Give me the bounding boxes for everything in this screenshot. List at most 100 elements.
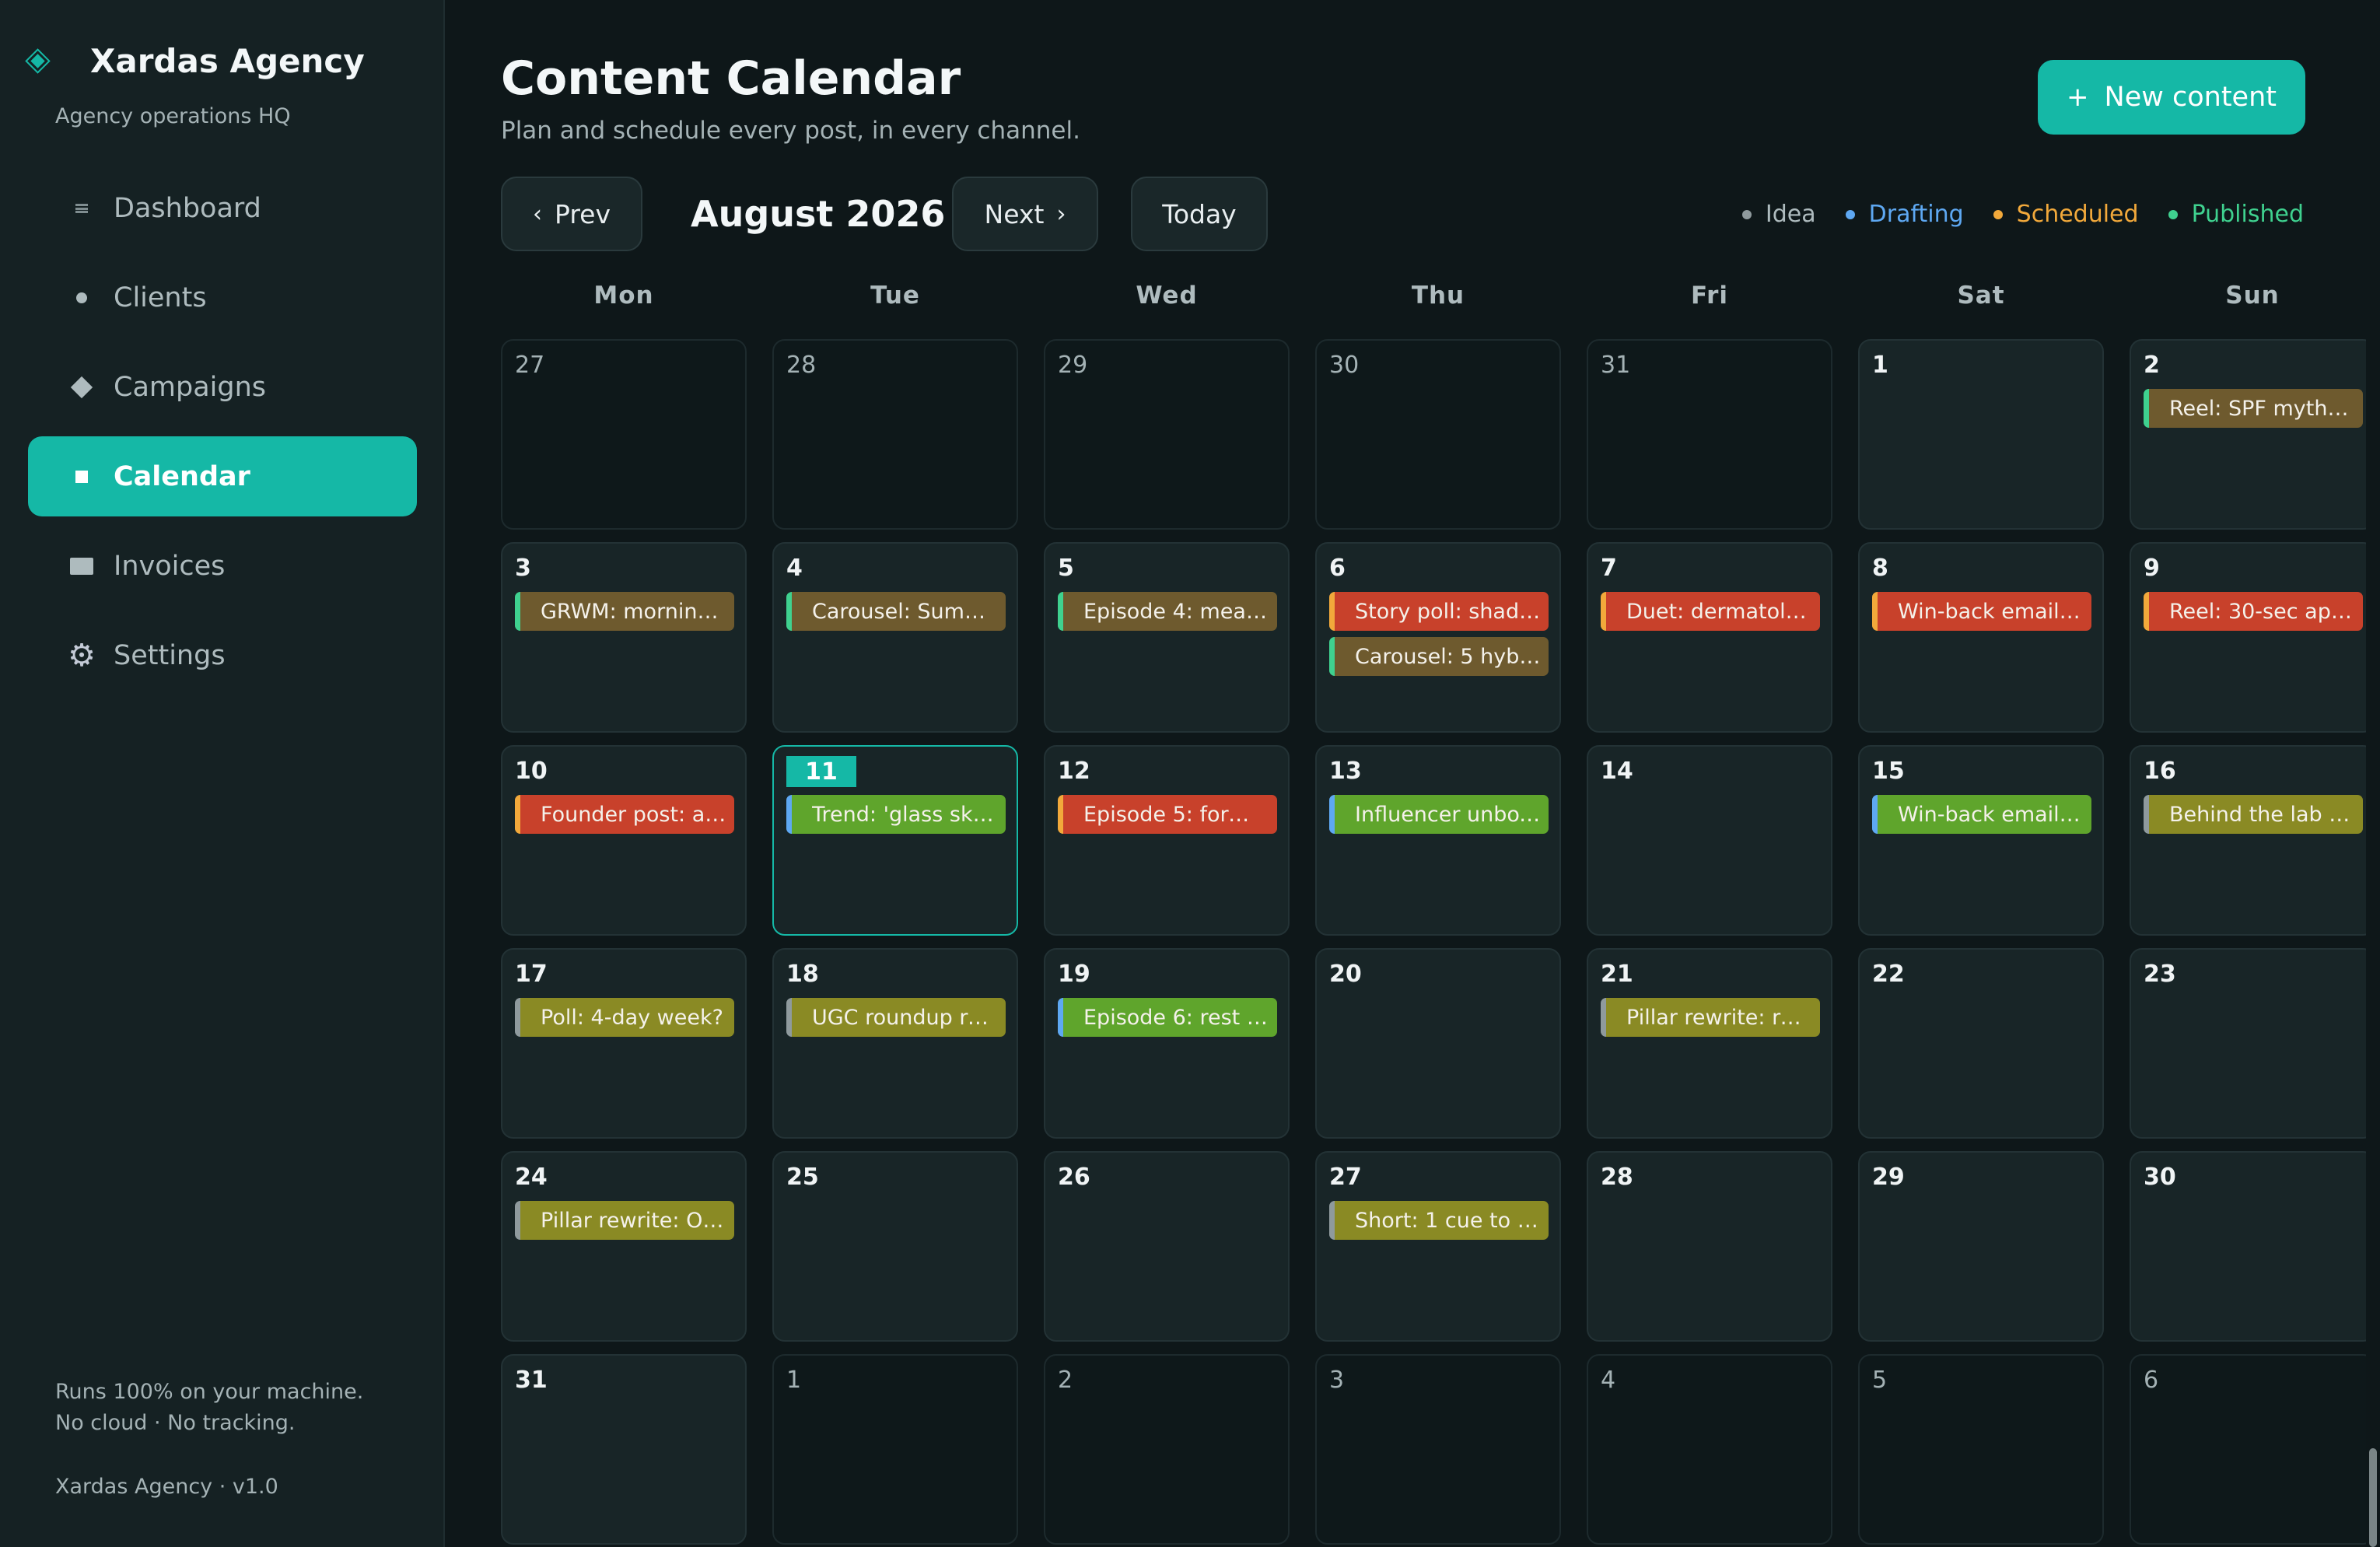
scrollbar-thumb[interactable] (2369, 1448, 2377, 1547)
next-month-button[interactable]: Next › (952, 177, 1098, 251)
calendar-day[interactable]: 27 (501, 339, 747, 530)
calendar-day[interactable]: 3 GRWM: morning r... (501, 542, 747, 733)
calendar-event[interactable]: Episode 5: form c... (1058, 795, 1277, 834)
calendar-event[interactable]: Story poll: shade ... (1329, 592, 1549, 631)
sidebar-item-campaigns[interactable]: Campaigns (28, 347, 417, 427)
event-title: Behind the lab tour (2169, 802, 2355, 827)
day-number: 27 (515, 352, 545, 379)
calendar-day[interactable]: 8 Win-back email 1:... (1858, 542, 2104, 733)
status-dot-icon (1741, 209, 1752, 219)
calendar-day[interactable]: 28 (772, 339, 1018, 530)
calendar-event[interactable]: Win-back email 2:... (1872, 795, 2091, 834)
calendar-day[interactable]: 14 (1587, 745, 1832, 936)
calendar-day[interactable]: 13 Influencer unboxi... (1315, 745, 1561, 936)
calendar-day[interactable]: 5 Episode 4: meal p... (1044, 542, 1290, 733)
calendar-event[interactable]: Short: 1 cue to fix ... (1329, 1201, 1549, 1240)
calendar-day[interactable]: 2 (1044, 1354, 1290, 1545)
calendar-event[interactable]: GRWM: morning r... (515, 592, 734, 631)
calendar-day[interactable]: 7 Duet: dermatologi... (1587, 542, 1832, 733)
calendar-day[interactable]: 15 Win-back email 2:... (1858, 745, 2104, 936)
calendar-day[interactable]: 5 (1858, 1354, 2104, 1545)
legend-item-scheduled: Scheduled (1993, 201, 2139, 228)
calendar-day[interactable]: 16 Behind the lab tour (2130, 745, 2375, 936)
calendar-day[interactable]: 6 Story poll: shade ... Carousel: 5 hybrid… (1315, 542, 1561, 733)
calendar-day[interactable]: 4 Carousel: Summer... (772, 542, 1018, 733)
calendar-day[interactable]: 30 (1315, 339, 1561, 530)
calendar-day[interactable]: 4 (1587, 1354, 1832, 1545)
calendar-day[interactable]: 6 (2130, 1354, 2375, 1545)
calendar-day[interactable]: 28 (1587, 1151, 1832, 1342)
calendar-day[interactable]: 31 (501, 1354, 747, 1545)
calendar-day[interactable]: 18 UGC roundup reel (772, 948, 1018, 1139)
calendar-day[interactable]: 31 (1587, 339, 1832, 530)
app-window: Xardas Agency Agency operations HQ Dashb… (0, 0, 2380, 1547)
day-number: 23 (2144, 961, 2176, 988)
sidebar-item-invoices[interactable]: Invoices (28, 526, 417, 606)
next-label: Next (984, 198, 1045, 229)
calendar-day[interactable]: 17 Poll: 4-day week? (501, 948, 747, 1139)
calendar-day[interactable]: 2 Reel: SPF myths d... (2130, 339, 2375, 530)
calendar-day[interactable]: 9 Reel: 30-sec appli... (2130, 542, 2375, 733)
calendar-day[interactable]: 24 Pillar rewrite: OKR... (501, 1151, 747, 1342)
calendar-day[interactable]: 29 (1044, 339, 1290, 530)
event-title: Trend: 'glass skin' ... (812, 802, 998, 827)
day-number: 4 (786, 555, 803, 582)
calendar-day[interactable]: 29 (1858, 1151, 2104, 1342)
legend-label: Idea (1765, 201, 1816, 228)
brand-title: Xardas Agency (90, 42, 365, 80)
sidebar-item-clients[interactable]: Clients (28, 257, 417, 338)
calendar-event[interactable]: Founder post: asy... (515, 795, 734, 834)
new-content-label: New content (2104, 82, 2277, 113)
day-number: 26 (1058, 1164, 1090, 1191)
calendar-day-today[interactable]: 11 Trend: 'glass skin' ... (772, 745, 1018, 936)
day-number: 18 (786, 961, 819, 988)
calendar-day[interactable]: 23 (2130, 948, 2375, 1139)
calendar-event[interactable]: Poll: 4-day week? (515, 998, 734, 1037)
day-number: 21 (1601, 961, 1633, 988)
sidebar-item-dashboard[interactable]: Dashboard (28, 168, 417, 248)
calendar-event[interactable]: Behind the lab tour (2144, 795, 2363, 834)
calendar-event[interactable]: Win-back email 1:... (1872, 592, 2091, 631)
sidebar-nav: Dashboard Clients Campaigns Calendar Inv… (28, 168, 417, 705)
calendar-day[interactable]: 1 (772, 1354, 1018, 1545)
calendar-event[interactable]: Episode 6: rest & r... (1058, 998, 1277, 1037)
calendar-day[interactable]: 12 Episode 5: form c... (1044, 745, 1290, 936)
new-content-button[interactable]: + New content (2038, 60, 2305, 135)
calendar-day[interactable]: 1 (1858, 339, 2104, 530)
calendar-event[interactable]: UGC roundup reel (786, 998, 1006, 1037)
sidebar-item-settings[interactable]: ⚙ Settings (28, 615, 417, 695)
calendar-day[interactable]: 20 (1315, 948, 1561, 1139)
calendar-event[interactable]: Carousel: Summer... (786, 592, 1006, 631)
event-title: Episode 4: meal p... (1083, 599, 1269, 624)
calendar-day[interactable]: 30 (2130, 1151, 2375, 1342)
rectangle-icon (67, 557, 96, 575)
calendar-day[interactable]: 10 Founder post: asy... (501, 745, 747, 936)
scrollbar[interactable] (2366, 0, 2380, 1547)
calendar-day[interactable]: 27 Short: 1 cue to fix ... (1315, 1151, 1561, 1342)
calendar-day[interactable]: 19 Episode 6: rest & r... (1044, 948, 1290, 1139)
calendar-event[interactable]: Episode 4: meal p... (1058, 592, 1277, 631)
day-number: 31 (515, 1367, 548, 1394)
day-number: 9 (2144, 555, 2160, 582)
calendar-day[interactable]: 22 (1858, 948, 2104, 1139)
calendar-day[interactable]: 26 (1044, 1151, 1290, 1342)
event-title: GRWM: morning r... (541, 599, 726, 624)
calendar-day[interactable]: 25 (772, 1151, 1018, 1342)
today-button[interactable]: Today (1131, 177, 1268, 251)
calendar-event[interactable]: Carousel: 5 hybrid... (1329, 637, 1549, 676)
calendar-event[interactable]: Reel: SPF myths d... (2144, 389, 2363, 428)
calendar-event[interactable]: Trend: 'glass skin' ... (786, 795, 1006, 834)
privacy-note-line: No cloud · No tracking. (55, 1411, 296, 1435)
status-dot-icon (2168, 209, 2178, 219)
calendar-event[interactable]: Influencer unboxi... (1329, 795, 1549, 834)
calendar-event[interactable]: Reel: 30-sec appli... (2144, 592, 2363, 631)
calendar-event[interactable]: Duet: dermatologi... (1601, 592, 1820, 631)
prev-month-button[interactable]: ‹ Prev (501, 177, 642, 251)
sidebar-item-calendar[interactable]: Calendar (28, 436, 417, 516)
day-number: 15 (1872, 758, 1905, 785)
legend-item-idea: Idea (1741, 201, 1816, 228)
calendar-event[interactable]: Pillar rewrite: OKR... (515, 1201, 734, 1240)
calendar-day[interactable]: 3 (1315, 1354, 1561, 1545)
calendar-day[interactable]: 21 Pillar rewrite: rem... (1587, 948, 1832, 1139)
calendar-event[interactable]: Pillar rewrite: rem... (1601, 998, 1820, 1037)
